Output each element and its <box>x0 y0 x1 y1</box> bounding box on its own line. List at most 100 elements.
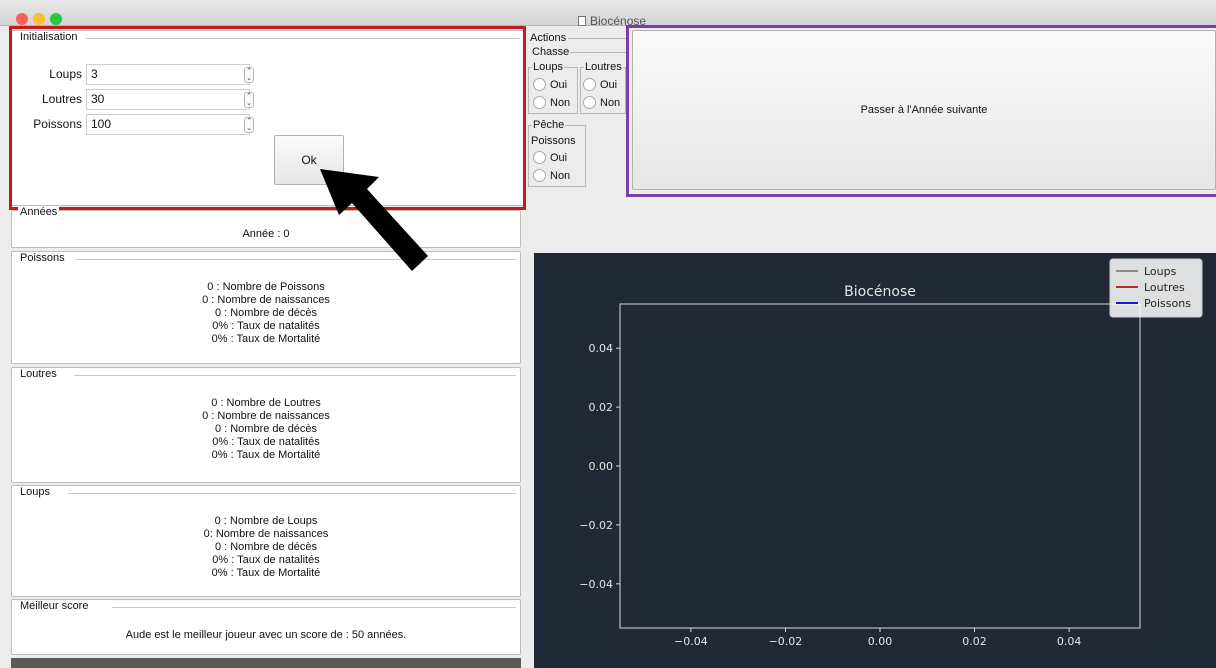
radio-icon[interactable] <box>533 151 546 164</box>
stat-line: 0% : Taux de natalités <box>212 436 320 448</box>
chasse-loutres-non[interactable]: Non <box>583 96 620 109</box>
chasse-loutres-oui[interactable]: Oui <box>583 78 617 91</box>
x-tick-label: −0.04 <box>674 635 708 648</box>
chasse-loups-title: Loups <box>532 61 564 73</box>
y-tick-label: −0.02 <box>579 519 613 532</box>
radio-label: Non <box>550 96 571 109</box>
y-tick-label: 0.00 <box>589 460 614 473</box>
legend-label: Loutres <box>1144 281 1185 294</box>
stat-line: 0 : Nombre de Loups <box>214 515 318 527</box>
loups-spinbox[interactable]: 3 <box>86 64 250 85</box>
radio-label: Oui <box>550 78 568 91</box>
legend-label: Poissons <box>1144 297 1191 310</box>
stat-line: 0% : Taux de Mortalité <box>211 449 321 461</box>
close-window-button[interactable] <box>16 13 28 25</box>
poissons-spinbox[interactable]: 100 <box>86 114 250 135</box>
poissons-stepper-icon[interactable]: ⌃ ⌄ <box>244 117 254 133</box>
stat-line: 0: Nombre de naissances <box>203 528 329 540</box>
stat-line: 0 : Nombre de décès <box>214 423 318 435</box>
group-line <box>68 493 516 494</box>
stat-line: 0% : Taux de Mortalité <box>211 567 321 579</box>
loutres-stepper-icon[interactable]: ⌃ ⌄ <box>244 92 254 108</box>
stat-line: 0 : Nombre de décès <box>214 307 318 319</box>
loutres-spinbox[interactable]: 30 <box>86 89 250 110</box>
zoom-window-button[interactable] <box>50 13 62 25</box>
x-tick-label: 0.04 <box>1057 635 1082 648</box>
loutres-stats: 0 : Nombre de Loutres 0 : Nombre de nais… <box>12 397 520 462</box>
stat-line: 0% : Taux de natalités <box>212 554 320 566</box>
peche-poissons-non[interactable]: Non <box>533 169 570 182</box>
poissons-title: Poissons <box>18 252 67 264</box>
y-tick-label: −0.04 <box>579 578 613 591</box>
actions-group: Actions Chasse Loups Oui Non Loutres Oui… <box>528 30 626 190</box>
document-icon <box>578 16 586 26</box>
stat-line: 0 : Nombre de Loutres <box>211 397 321 409</box>
initialisation-title: Initialisation <box>18 31 80 43</box>
loutres-label: Loutres <box>41 92 82 106</box>
stat-line: 0 : Nombre de Poissons <box>207 281 325 293</box>
group-line <box>112 607 516 608</box>
chasse-loups-non[interactable]: Non <box>533 96 570 109</box>
annees-group: Années Année : 0 <box>11 206 521 248</box>
chasse-loups-group: Loups Oui Non <box>528 61 578 114</box>
window-titlebar: Biocénose <box>0 0 1216 28</box>
peche-poissons-oui[interactable]: Oui <box>533 151 567 164</box>
plot-frame <box>619 303 1141 629</box>
poissons-stats: 0 : Nombre de Poissons 0 : Nombre de nai… <box>12 281 520 346</box>
peche-poissons-title: Poissons <box>531 135 576 147</box>
initialisation-group: Initialisation Loups 3 ⌃ ⌄ Loutres 30 ⌃ ⌄ … <box>11 30 525 206</box>
chart-title: Biocénose <box>844 284 916 300</box>
stat-line: 0% : Taux de natalités <box>212 320 320 332</box>
score-group: Meilleur score Aude est le meilleur joue… <box>11 599 521 655</box>
chart-panel: Biocénose −0.04 −0.02 0.00 0.02 0.04 0.04 0.02 0… <box>534 253 1216 668</box>
group-line <box>86 38 520 39</box>
loups-group: Loups 0 : Nombre de Loups 0: Nombre de n… <box>11 485 521 597</box>
group-line <box>568 38 626 39</box>
x-tick-label: 0.02 <box>962 635 987 648</box>
loups-title: Loups <box>18 486 52 498</box>
radio-icon[interactable] <box>533 78 546 91</box>
chasse-loutres-group: Loutres Oui Non <box>580 61 626 114</box>
stat-line: 0% : Taux de Mortalité <box>211 333 321 345</box>
loups-stats: 0 : Nombre de Loups 0: Nombre de naissan… <box>12 515 520 580</box>
loups-label: Loups <box>49 67 82 81</box>
radio-icon[interactable] <box>583 78 596 91</box>
peche-title: Pêche <box>532 119 566 131</box>
y-tick-label: 0.02 <box>589 401 614 414</box>
x-tick-label: 0.00 <box>868 635 893 648</box>
legend-label: Loups <box>1144 265 1177 278</box>
peche-group: Pêche Poissons Oui Non <box>528 119 586 187</box>
annotation-arrow-icon <box>320 169 428 271</box>
window-title: Biocénose <box>578 14 646 28</box>
x-tick-label: −0.02 <box>769 635 803 648</box>
stat-line: 0 : Nombre de naissances <box>202 410 330 422</box>
group-line <box>74 375 516 376</box>
score-text: Aude est le meilleur joueur avec un scor… <box>125 629 407 641</box>
group-line <box>76 259 516 260</box>
stat-line: 0 : Nombre de décès <box>214 541 318 553</box>
chart-svg: Biocénose −0.04 −0.02 0.00 0.02 0.04 0.04 0.02 0… <box>579 258 1203 648</box>
minimize-window-button[interactable] <box>33 13 45 25</box>
chasse-loutres-title: Loutres <box>584 61 623 73</box>
radio-label: Non <box>600 96 621 109</box>
poissons-label: Poissons <box>33 117 82 131</box>
window-title-text: Biocénose <box>590 14 647 28</box>
chasse-title: Chasse <box>532 46 570 58</box>
score-title: Meilleur score <box>18 600 91 612</box>
radio-icon[interactable] <box>533 169 546 182</box>
radio-label: Oui <box>550 151 568 164</box>
actions-title: Actions <box>530 32 567 44</box>
chasse-loups-oui[interactable]: Oui <box>533 78 567 91</box>
loutres-title: Loutres <box>18 368 59 380</box>
radio-label: Oui <box>600 78 618 91</box>
radio-label: Non <box>550 169 571 182</box>
annee-value: Année : 0 <box>242 228 290 240</box>
radio-icon[interactable] <box>583 96 596 109</box>
radio-icon[interactable] <box>533 96 546 109</box>
group-line <box>570 52 626 53</box>
stat-line: 0 : Nombre de naissances <box>202 294 330 306</box>
next-year-button[interactable]: Passer à l'Année suivante <box>632 30 1216 190</box>
loups-stepper-icon[interactable]: ⌃ ⌄ <box>244 67 254 83</box>
annees-title: Années <box>18 206 60 218</box>
bottom-bar <box>11 658 521 668</box>
